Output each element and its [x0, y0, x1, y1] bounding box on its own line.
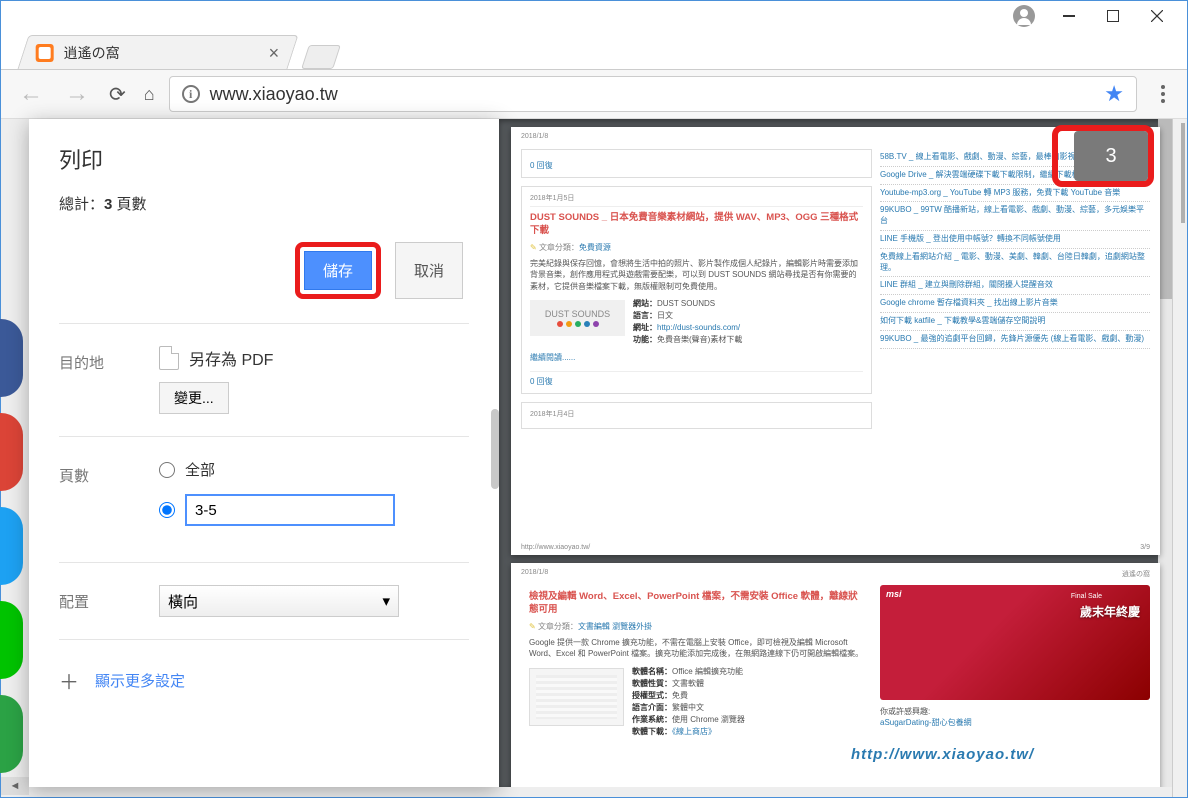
- line-share-button[interactable]: [0, 601, 23, 679]
- cancel-button[interactable]: 取消: [395, 242, 463, 299]
- more-settings-toggle[interactable]: ＋ 顯示更多設定: [59, 666, 469, 695]
- blogger-favicon-icon: [36, 44, 54, 62]
- browser-tab[interactable]: 逍遙の窩 ×: [17, 35, 298, 69]
- horizontal-scroll-left[interactable]: ◄: [1, 777, 29, 795]
- page-content: ◄ 列印 總計：3 頁數 儲存 取消 目的地 另存為 PD: [1, 119, 1187, 797]
- page-counter-badge: 3: [1074, 131, 1148, 181]
- browser-toolbar: ← → ⟳ ⌂ i www.xiaoyao.tw ★: [1, 69, 1187, 119]
- underlying-page-edge: [1172, 119, 1187, 797]
- bookmark-star-icon[interactable]: ★: [1104, 81, 1124, 107]
- print-dialog-title: 列印: [59, 143, 469, 175]
- user-account-icon[interactable]: [1013, 5, 1035, 27]
- print-dialog: 列印 總計：3 頁數 儲存 取消 目的地 另存為 PDF 變更...: [29, 119, 499, 787]
- share-button[interactable]: [0, 695, 23, 773]
- google-share-button[interactable]: [0, 413, 23, 491]
- home-button[interactable]: ⌂: [140, 84, 159, 105]
- msi-ad-banner[interactable]: msi 歲末年終慶 Final Sale: [880, 585, 1150, 700]
- preview-page-1: 2018/1/8逍遙の窩 0 回復 2018年1月5日 DUST SOUNDS …: [511, 127, 1160, 555]
- settings-scrollbar[interactable]: [491, 409, 499, 489]
- save-button[interactable]: 儲存: [304, 251, 372, 290]
- tab-bar: 逍遙の窩 ×: [1, 31, 1187, 69]
- print-preview-pane: 2018/1/8逍遙の窩 0 回復 2018年1月5日 DUST SOUNDS …: [499, 119, 1172, 787]
- page-scrollbar-thumb[interactable]: [1181, 123, 1185, 223]
- pages-label: 頁數: [59, 459, 159, 486]
- pdf-file-icon: [159, 346, 179, 370]
- tab-close-icon[interactable]: ×: [269, 44, 280, 62]
- reload-button[interactable]: ⟳: [105, 82, 130, 107]
- facebook-share-button[interactable]: [0, 319, 23, 397]
- layout-select[interactable]: 橫向▾: [159, 585, 399, 617]
- browser-menu-button[interactable]: [1147, 85, 1175, 103]
- change-destination-button[interactable]: 變更...: [159, 382, 229, 414]
- plus-icon: ＋: [59, 666, 79, 695]
- twitter-share-button[interactable]: [0, 507, 23, 585]
- pages-range-radio[interactable]: [159, 494, 469, 526]
- print-total-pages: 總計：3 頁數: [59, 193, 469, 214]
- minimize-button[interactable]: [1047, 2, 1091, 30]
- maximize-button[interactable]: [1091, 2, 1135, 30]
- chevron-down-icon: ▾: [382, 592, 390, 610]
- article-thumbnail: DUST SOUNDS: [530, 300, 625, 336]
- forward-button: →: [59, 80, 95, 108]
- close-window-button[interactable]: [1135, 2, 1179, 30]
- pages-all-radio[interactable]: 全部: [159, 459, 469, 480]
- new-tab-button[interactable]: [301, 45, 341, 69]
- preview-scrollbar[interactable]: [1158, 119, 1172, 787]
- article-screenshot: [529, 668, 624, 726]
- layout-label: 配置: [59, 585, 159, 612]
- pages-range-input[interactable]: [185, 494, 395, 526]
- site-info-icon[interactable]: i: [182, 85, 200, 103]
- address-bar[interactable]: i www.xiaoyao.tw ★: [169, 76, 1137, 112]
- print-settings-panel: 列印 總計：3 頁數 儲存 取消 目的地 另存為 PDF 變更...: [29, 119, 499, 787]
- back-button[interactable]: ←: [13, 80, 49, 108]
- page-counter-highlight: 3: [1052, 125, 1154, 187]
- window-titlebar: [1, 1, 1187, 31]
- save-button-highlight: 儲存: [295, 242, 381, 299]
- destination-value: 另存為 PDF: [159, 346, 469, 370]
- social-share-bar: [0, 319, 23, 773]
- destination-label: 目的地: [59, 346, 159, 373]
- url-text: www.xiaoyao.tw: [210, 84, 338, 105]
- preview-page-2: 2018/1/8逍遙の窩 檢視及編輯 Word、Excel、PowerPoint…: [511, 563, 1160, 787]
- tab-title: 逍遙の窩: [64, 43, 259, 63]
